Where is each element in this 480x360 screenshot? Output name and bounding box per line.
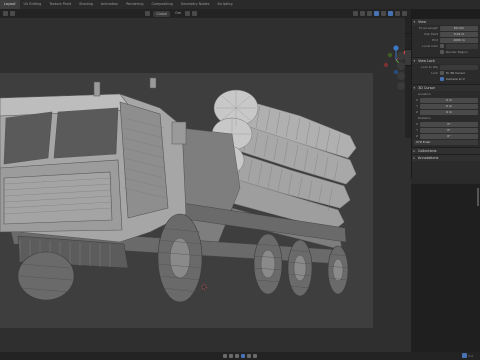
tab-rendering[interactable]: Rendering xyxy=(122,0,147,9)
focal-length-label: Focal Length xyxy=(418,26,438,30)
tab-shading[interactable]: Shading xyxy=(75,0,97,9)
render-region-label: Render Region xyxy=(446,50,468,54)
rotation-mode-row: XYZ Euler xyxy=(412,139,480,145)
3d-viewport[interactable] xyxy=(0,18,411,352)
xray-toggle-icon[interactable] xyxy=(374,11,379,16)
annotations-section-header[interactable]: Annotations xyxy=(412,154,480,162)
cursor-rz-field[interactable]: 0° xyxy=(420,133,478,139)
jump-end-icon[interactable] xyxy=(253,354,257,358)
local-camera-checkbox[interactable] xyxy=(440,44,444,48)
camera-to-view-label: Camera to V xyxy=(446,77,465,81)
transform-orientation-dropdown[interactable]: Global xyxy=(153,10,171,17)
solid-shading-icon[interactable] xyxy=(388,11,393,16)
status-icon xyxy=(462,353,467,358)
camera-view-button[interactable] xyxy=(397,72,405,80)
cursor-ry-row: Y 0° xyxy=(412,127,480,133)
mode-icon[interactable] xyxy=(10,11,15,16)
3d-cursor-section-header[interactable]: 3D Cursor xyxy=(412,84,480,92)
empty-sidebar-area xyxy=(411,178,480,352)
editor-type-icon[interactable] xyxy=(3,11,8,16)
panel-divider xyxy=(411,178,480,184)
wireframe-shading-icon[interactable] xyxy=(381,11,386,16)
clip-start-label: Clip Start xyxy=(424,32,438,36)
vehicle-wireframe-model xyxy=(0,77,357,303)
collections-section-header[interactable]: Collections xyxy=(412,147,480,155)
render-region-checkbox[interactable] xyxy=(440,50,444,54)
rotation-mode-dropdown[interactable]: XYZ Euler xyxy=(414,139,478,145)
snap-icon[interactable] xyxy=(185,11,191,16)
cursor-z-row: Z0 m xyxy=(412,109,480,115)
cursor-x-field[interactable]: 0 m xyxy=(420,97,478,103)
clip-start-field[interactable]: 0.01 m xyxy=(440,31,478,37)
overlay-toggle-icon[interactable] xyxy=(367,11,372,16)
tab-compositing[interactable]: Compositing xyxy=(148,0,177,9)
tab-texture-paint[interactable]: Texture Paint xyxy=(45,0,75,9)
to-3d-cursor-label: To 3D Cursor xyxy=(446,71,466,75)
tab-animation[interactable]: Animation xyxy=(97,0,122,9)
to-3d-cursor-checkbox[interactable] xyxy=(440,71,444,75)
tab-layout[interactable]: Layout xyxy=(0,0,20,9)
gizmo-toggle-icon[interactable] xyxy=(360,11,365,16)
version-label: 3.4 xyxy=(468,354,473,358)
focal-length-field[interactable]: 50 mm xyxy=(440,25,478,31)
cursor-rx-field[interactable]: 0° xyxy=(420,121,478,127)
tab-uv-editing[interactable]: UV Editing xyxy=(20,0,46,9)
clip-end-field[interactable]: 1000 m xyxy=(440,37,478,43)
clip-end-label: End xyxy=(432,38,438,42)
timeline-header xyxy=(0,352,480,360)
rotation-label: Rotation xyxy=(418,116,431,120)
cursor-y-row: Y0 m xyxy=(412,103,480,109)
proportional-edit-icon[interactable] xyxy=(192,11,198,16)
3d-cursor-icon xyxy=(201,284,207,290)
cursor-z-field[interactable]: 0 m xyxy=(420,109,478,115)
sidebar-panel: View Focal Length 50 mm Clip Start 0.01 … xyxy=(411,18,480,178)
next-keyframe-icon[interactable] xyxy=(247,354,251,358)
lock-object-field[interactable] xyxy=(440,64,478,70)
play-icon[interactable] xyxy=(241,354,245,358)
tab-geometry-nodes[interactable]: Geometry Nodes xyxy=(177,0,214,9)
play-reverse-icon[interactable] xyxy=(235,354,239,358)
render-region-row: Render Region xyxy=(412,49,480,55)
cursor-rz-row: Z 0° xyxy=(412,133,480,139)
camera-to-view-row: Camera to V xyxy=(412,76,480,82)
pivot-dropdown[interactable]: Gm xyxy=(172,9,184,18)
visibility-icon[interactable] xyxy=(353,11,358,16)
tab-scripting[interactable]: Scripting xyxy=(213,0,236,9)
viewport-header: Global Gm xyxy=(0,9,411,18)
camera-to-view-checkbox[interactable] xyxy=(440,77,444,81)
view-section-header[interactable]: View xyxy=(412,18,480,26)
scroll-handle[interactable] xyxy=(477,188,479,206)
lock-object-label: Lock to Obj xyxy=(421,65,438,69)
jump-start-icon[interactable] xyxy=(223,354,227,358)
rendered-shading-icon[interactable] xyxy=(402,11,407,16)
local-camera-label: Local Cam xyxy=(422,44,438,48)
cursor-x-row: X0 m xyxy=(412,97,480,103)
local-camera-field[interactable] xyxy=(446,43,478,49)
workspace-tabs: Layout UV Editing Texture Paint Shading … xyxy=(0,0,480,9)
prev-keyframe-icon[interactable] xyxy=(229,354,233,358)
lock-label: Lock xyxy=(431,71,438,75)
cursor-y-field[interactable]: 0 m xyxy=(420,103,478,109)
orientation-icon[interactable] xyxy=(145,11,151,16)
zoom-button[interactable] xyxy=(397,52,405,60)
perspective-toggle-button[interactable] xyxy=(397,82,405,90)
material-shading-icon[interactable] xyxy=(395,11,400,16)
cursor-rx-row: X 0° xyxy=(412,121,480,127)
view-lock-section-header[interactable]: View Lock xyxy=(412,57,480,65)
cursor-ry-field[interactable]: 0° xyxy=(420,127,478,133)
location-label: Location xyxy=(418,92,431,96)
pan-button[interactable] xyxy=(397,62,405,70)
